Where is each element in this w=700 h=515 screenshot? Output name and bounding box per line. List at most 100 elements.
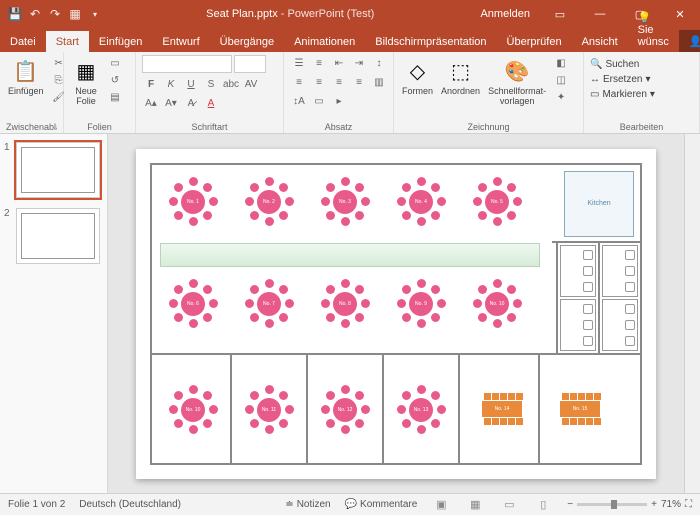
share-button[interactable]: 👤 Freigeben xyxy=(679,30,700,52)
arrange-button[interactable]: ⬚ Anordnen xyxy=(439,55,482,99)
start-from-beginning-icon[interactable]: ▦ xyxy=(68,7,82,21)
italic-icon[interactable]: K xyxy=(162,76,180,92)
zoom-slider[interactable] xyxy=(577,503,647,506)
seat xyxy=(507,313,516,322)
seat xyxy=(265,177,274,186)
shape-effects-icon[interactable]: ✦ xyxy=(552,89,570,105)
numbering-icon[interactable]: ≡ xyxy=(310,55,328,71)
round-table: No. 13 xyxy=(394,383,448,437)
tab-ueberpruefen[interactable]: Überprüfen xyxy=(497,31,572,52)
thumb-1-preview[interactable] xyxy=(16,142,100,198)
slideshow-view-icon[interactable]: ▯ xyxy=(533,497,553,513)
seat xyxy=(321,405,330,414)
divider-v1 xyxy=(556,241,558,353)
paste-button[interactable]: 📋 Einfügen xyxy=(6,55,46,99)
minimize-icon[interactable]: — xyxy=(580,0,620,28)
new-slide-button[interactable]: ▦ Neue Folie xyxy=(70,55,102,109)
table-label: No. 10 xyxy=(181,398,205,422)
zoom-control[interactable]: − + 71% ⛶ xyxy=(567,499,692,510)
layout-icon[interactable]: ▭ xyxy=(106,55,124,71)
zoom-level[interactable]: 71% xyxy=(661,499,681,510)
seat xyxy=(493,217,502,226)
font-name-input[interactable] xyxy=(142,55,232,73)
thumb-2[interactable]: 2 xyxy=(4,208,103,264)
comments-button[interactable]: 💬 Kommentare xyxy=(345,499,418,510)
shapes-button[interactable]: ◇ Formen xyxy=(400,55,435,99)
seat xyxy=(203,313,212,322)
replace-button[interactable]: ↔ Ersetzen ▾ xyxy=(590,74,651,85)
smartart-icon[interactable]: ▸ xyxy=(330,93,348,109)
tell-me[interactable]: 💡 Sie wünsc xyxy=(628,6,679,52)
indent-decrease-icon[interactable]: ⇤ xyxy=(330,55,348,71)
tab-bildschirmpraesentation[interactable]: Bildschirmpräsentation xyxy=(365,31,496,52)
seat xyxy=(174,285,183,294)
justify-icon[interactable]: ≡ xyxy=(350,74,368,90)
slide[interactable]: Kitchen No. 1No. 2No. 3No. 4No. xyxy=(136,149,656,479)
language-indicator[interactable]: Deutsch (Deutschland) xyxy=(79,499,181,510)
shrink-font-icon[interactable]: A▾ xyxy=(162,95,180,111)
slide-canvas[interactable]: Kitchen No. 1No. 2No. 3No. 4No. xyxy=(108,134,684,493)
underline-icon[interactable]: U xyxy=(182,76,200,92)
tab-datei[interactable]: Datei xyxy=(0,31,46,52)
signin-link[interactable]: Anmelden xyxy=(470,8,540,20)
find-button[interactable]: 🔍 Suchen xyxy=(590,59,639,70)
align-left-icon[interactable]: ≡ xyxy=(290,74,308,90)
round-table: No. 4 xyxy=(394,175,448,229)
tab-entwurf[interactable]: Entwurf xyxy=(152,31,209,52)
ribbon-options-icon[interactable]: ▭ xyxy=(540,0,580,28)
font-color-icon[interactable]: A xyxy=(202,95,220,111)
bullets-icon[interactable]: ☰ xyxy=(290,55,308,71)
tab-einfuegen[interactable]: Einfügen xyxy=(89,31,152,52)
save-icon[interactable]: 💾 xyxy=(8,7,22,21)
shape-fill-icon[interactable]: ◧ xyxy=(552,55,570,71)
fit-to-window-icon[interactable]: ⛶ xyxy=(685,499,692,510)
shape-outline-icon[interactable]: ◫ xyxy=(552,72,570,88)
select-button[interactable]: ▭ Markieren ▾ xyxy=(590,89,655,100)
clear-format-icon[interactable]: A̷ xyxy=(182,95,200,111)
notes-button[interactable]: ≐ Notizen xyxy=(285,499,330,510)
seat xyxy=(562,418,569,425)
slide-panel[interactable]: 1 2 xyxy=(0,134,108,493)
tab-ansicht[interactable]: Ansicht xyxy=(572,31,628,52)
sorter-view-icon[interactable]: ▦ xyxy=(465,497,485,513)
thumb-1[interactable]: 1 xyxy=(4,142,103,198)
grow-font-icon[interactable]: A▴ xyxy=(142,95,160,111)
section-icon[interactable]: ▤ xyxy=(106,89,124,105)
zoom-out-icon[interactable]: − xyxy=(567,499,573,510)
redo-icon[interactable]: ↷ xyxy=(48,7,62,21)
paste-label: Einfügen xyxy=(8,87,44,97)
rect-table: No. 15 xyxy=(550,391,610,427)
thumb-2-preview[interactable] xyxy=(16,208,100,264)
divider-v2 xyxy=(598,243,600,353)
shadow-icon[interactable]: abc xyxy=(222,76,240,92)
reset-icon[interactable]: ↺ xyxy=(106,72,124,88)
normal-view-icon[interactable]: ▣ xyxy=(431,497,451,513)
seat xyxy=(341,385,350,394)
undo-icon[interactable]: ↶ xyxy=(28,7,42,21)
group-font: F K U S abc AV A▴ A▾ A̷ A Schriftart xyxy=(136,52,284,133)
reading-view-icon[interactable]: ▭ xyxy=(499,497,519,513)
columns-icon[interactable]: ▥ xyxy=(370,74,388,90)
tab-animationen[interactable]: Animationen xyxy=(284,31,365,52)
room-wall-3 xyxy=(382,353,384,463)
text-direction-icon[interactable]: ↕A xyxy=(290,93,308,109)
qat-dropdown-icon[interactable]: ▾ xyxy=(88,7,102,21)
vertical-scrollbar[interactable] xyxy=(684,134,700,493)
spacing-icon[interactable]: AV xyxy=(242,76,260,92)
seat xyxy=(493,279,502,288)
seat xyxy=(250,391,259,400)
align-text-icon[interactable]: ▭ xyxy=(310,93,328,109)
line-spacing-icon[interactable]: ↕ xyxy=(370,55,388,71)
quick-styles-button[interactable]: 🎨 Schnellformat- vorlagen xyxy=(486,55,548,109)
strikethrough-icon[interactable]: S xyxy=(202,76,220,92)
seat xyxy=(437,405,446,414)
seat xyxy=(203,391,212,400)
tab-uebergaenge[interactable]: Übergänge xyxy=(210,31,284,52)
indent-increase-icon[interactable]: ⇥ xyxy=(350,55,368,71)
font-size-input[interactable] xyxy=(234,55,266,73)
align-right-icon[interactable]: ≡ xyxy=(330,74,348,90)
align-center-icon[interactable]: ≡ xyxy=(310,74,328,90)
bold-icon[interactable]: F xyxy=(142,76,160,92)
tab-start[interactable]: Start xyxy=(46,31,89,52)
zoom-in-icon[interactable]: + xyxy=(651,499,657,510)
